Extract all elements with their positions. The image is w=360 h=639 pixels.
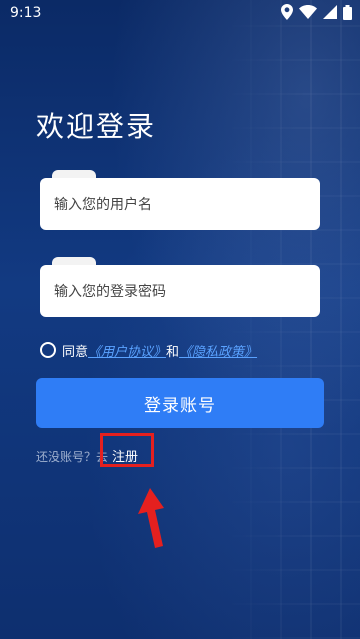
register-link[interactable]: 注册	[112, 446, 138, 465]
battery-icon	[343, 4, 352, 20]
pointer-arrow-icon	[138, 488, 172, 552]
agreement-prefix: 同意	[62, 344, 89, 360]
username-field-wrapper	[40, 170, 320, 230]
signal-icon	[323, 5, 337, 19]
status-bar: 9:13	[0, 0, 360, 26]
username-input[interactable]	[40, 178, 320, 230]
agreement-checkbox[interactable]	[40, 342, 56, 358]
register-hint: 还没账号？去	[36, 449, 109, 464]
login-button[interactable]: 登录账号	[36, 378, 324, 428]
register-row: 还没账号？去	[36, 446, 108, 466]
page-title: 欢迎登录	[36, 110, 157, 143]
user-agreement-link[interactable]: 《用户协议》	[88, 341, 166, 360]
agreement-row: 同意 《用户协议》 和 《隐私政策》	[40, 340, 257, 360]
status-icons	[281, 4, 352, 20]
privacy-policy-link[interactable]: 《隐私政策》	[179, 341, 257, 360]
status-time: 9:13	[10, 5, 42, 21]
agreement-and: 和	[166, 344, 180, 360]
password-field-wrapper	[40, 257, 320, 317]
wifi-icon	[299, 5, 317, 19]
background-pattern	[220, 0, 360, 639]
password-input[interactable]	[40, 265, 320, 317]
location-icon	[281, 4, 293, 20]
